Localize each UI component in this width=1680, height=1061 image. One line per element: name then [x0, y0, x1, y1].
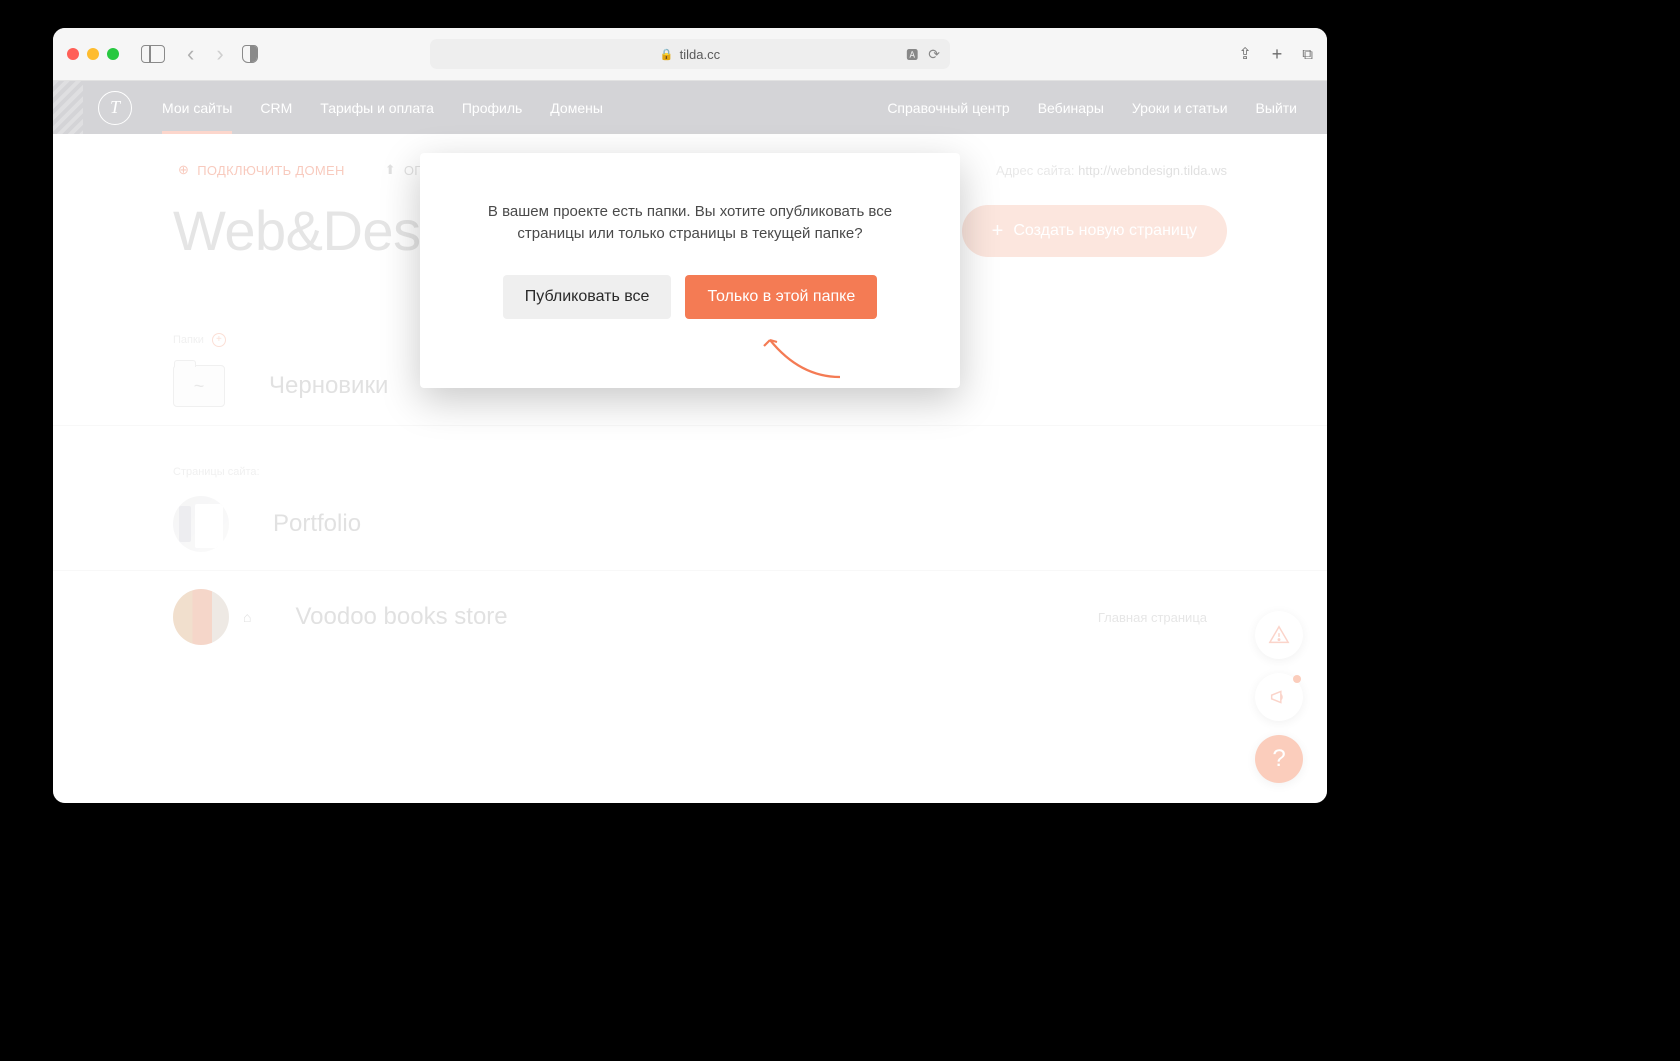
tabs-icon[interactable]: ⧉ — [1302, 46, 1313, 63]
close-window-button[interactable] — [67, 48, 79, 60]
browser-titlebar: ‹ › 🔒 tilda.cc 🅰 ⟳ ⇪ + ⧉ — [53, 28, 1327, 81]
privacy-shield-icon[interactable] — [242, 45, 258, 63]
traffic-lights — [67, 48, 119, 60]
browser-window: ‹ › 🔒 tilda.cc 🅰 ⟳ ⇪ + ⧉ T Мои сайты CRM… — [53, 28, 1327, 803]
address-bar-icons: 🅰 ⟳ — [906, 46, 940, 63]
share-icon[interactable]: ⇪ — [1238, 44, 1251, 64]
lock-icon: 🔒 — [660, 48, 674, 61]
modal-backdrop[interactable]: В вашем проекте есть папки. Вы хотите оп… — [53, 81, 1327, 803]
forward-button[interactable]: › — [216, 43, 223, 65]
translate-icon[interactable]: 🅰 — [906, 46, 918, 63]
publish-all-button[interactable]: Публиковать все — [503, 275, 672, 319]
reload-icon[interactable]: ⟳ — [928, 46, 940, 63]
modal-message: В вашем проекте есть папки. Вы хотите оп… — [470, 201, 910, 245]
nav-arrows: ‹ › — [187, 43, 224, 65]
url-host: tilda.cc — [680, 47, 720, 62]
modal-buttons: Публиковать все Только в этой папке — [470, 275, 910, 319]
maximize-window-button[interactable] — [107, 48, 119, 60]
address-bar[interactable]: 🔒 tilda.cc 🅰 ⟳ — [430, 39, 950, 69]
new-tab-icon[interactable]: + — [1272, 44, 1283, 65]
publish-modal: В вашем проекте есть папки. Вы хотите оп… — [420, 153, 960, 388]
annotation-arrow-icon — [760, 332, 850, 382]
minimize-window-button[interactable] — [87, 48, 99, 60]
titlebar-right: ⇪ + ⧉ — [1238, 44, 1313, 65]
only-this-folder-button[interactable]: Только в этой папке — [685, 275, 877, 319]
sidebar-toggle-icon[interactable] — [141, 45, 165, 63]
back-button[interactable]: ‹ — [187, 43, 194, 65]
